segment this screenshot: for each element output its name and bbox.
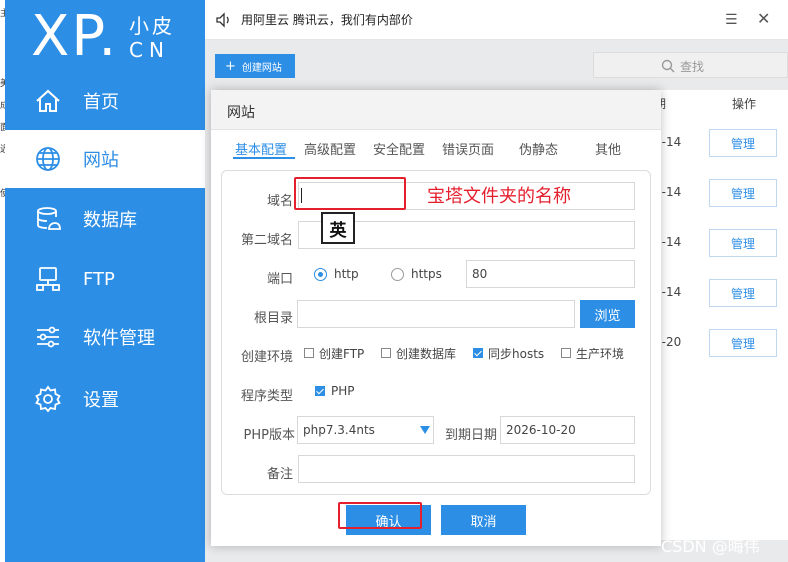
production-env-checkbox[interactable] bbox=[561, 348, 571, 358]
annotation-text: 宝塔文件夹的名称 bbox=[427, 186, 571, 207]
sidebar-item-website[interactable]: 网站 bbox=[5, 130, 205, 188]
search-icon bbox=[661, 58, 675, 73]
confirm-highlight-box bbox=[338, 502, 422, 529]
php-checkbox[interactable] bbox=[315, 386, 325, 396]
https-radio-label: https bbox=[411, 267, 442, 281]
sidebar-item-settings[interactable]: 设置 bbox=[5, 370, 205, 428]
ftp-icon bbox=[33, 264, 63, 294]
logo-text-top: 小皮 bbox=[129, 14, 175, 38]
create-database-checkbox[interactable] bbox=[381, 348, 391, 358]
dialog-header: 网站 bbox=[211, 90, 661, 130]
watermark: CSDN @晦伟 bbox=[661, 537, 760, 556]
manage-button[interactable]: 管理 bbox=[709, 179, 777, 207]
tab-other[interactable]: 其他 bbox=[595, 139, 621, 158]
root-dir-label: 根目录 bbox=[253, 311, 293, 326]
php-version-select[interactable]: php7.3.4nts bbox=[297, 416, 434, 444]
tab-basic[interactable]: 基本配置 bbox=[235, 139, 287, 158]
note-input[interactable] bbox=[298, 455, 635, 483]
create-website-label: 创建网站 bbox=[241, 62, 282, 74]
port-input[interactable]: 80 bbox=[466, 260, 635, 288]
tab-security[interactable]: 安全配置 bbox=[373, 139, 425, 158]
sliders-icon bbox=[33, 322, 63, 352]
close-icon[interactable]: ✕ bbox=[757, 9, 770, 28]
env-label: 创建环境 bbox=[240, 350, 293, 365]
sync-hosts-label: 同步hosts bbox=[488, 347, 545, 361]
sidebar-item-label: FTP bbox=[83, 268, 115, 290]
ime-indicator: 英 bbox=[321, 212, 355, 244]
manage-button[interactable]: 管理 bbox=[709, 129, 777, 157]
php-checkbox-label: PHP bbox=[331, 384, 355, 398]
tab-error-pages[interactable]: 错误页面 bbox=[442, 139, 494, 158]
search-placeholder: 查找 bbox=[680, 60, 705, 74]
gear-icon bbox=[33, 384, 63, 414]
database-icon bbox=[33, 204, 63, 234]
create-database-label: 创建数据库 bbox=[396, 347, 457, 361]
sync-hosts-checkbox[interactable] bbox=[473, 348, 483, 358]
dialog-title: 网站 bbox=[227, 105, 255, 121]
notice-text[interactable]: 用阿里云 腾讯云，我们有内部价 bbox=[241, 11, 413, 28]
port-label: 端口 bbox=[266, 272, 293, 287]
basic-config-form bbox=[221, 170, 651, 495]
note-label: 备注 bbox=[266, 467, 293, 482]
program-type-label: 程序类型 bbox=[240, 389, 293, 404]
menu-icon[interactable]: ☰ bbox=[725, 12, 738, 28]
logo: XP. 小皮 CN bbox=[5, 0, 205, 70]
sidebar-item-label: 软件管理 bbox=[83, 328, 155, 349]
speaker-icon bbox=[215, 11, 233, 29]
tab-advanced[interactable]: 高级配置 bbox=[304, 139, 356, 158]
chevron-down-icon bbox=[420, 426, 430, 434]
plus-icon: + bbox=[225, 58, 236, 74]
manage-button[interactable]: 管理 bbox=[709, 329, 777, 357]
create-ftp-label: 创建FTP bbox=[319, 347, 365, 361]
manage-button[interactable]: 管理 bbox=[709, 279, 777, 307]
http-radio-label: http bbox=[334, 267, 359, 281]
domain-label: 域名 bbox=[266, 194, 293, 209]
active-tab-indicator bbox=[233, 157, 295, 159]
https-radio[interactable] bbox=[391, 268, 404, 281]
website-dialog: 网站 基本配置 高级配置 安全配置 错误页面 伪静态 其他 域名 第二域名 端口… bbox=[211, 90, 661, 546]
root-dir-input[interactable] bbox=[297, 300, 575, 328]
logo-mark: XP. bbox=[31, 4, 119, 69]
sidebar-item-label: 设置 bbox=[83, 390, 119, 411]
expire-date-input[interactable]: 2026-10-20 bbox=[500, 416, 635, 444]
create-website-button[interactable]: + 创建网站 bbox=[215, 54, 295, 78]
top-bar: 用阿里云 腾讯云，我们有内部价 ☰ ✕ bbox=[205, 0, 788, 40]
sidebar-item-label: 网站 bbox=[83, 150, 119, 171]
second-domain-label: 第二域名 bbox=[240, 233, 293, 248]
http-radio[interactable] bbox=[314, 268, 327, 281]
sidebar-item-ftp[interactable]: FTP bbox=[5, 250, 205, 308]
website-table bbox=[654, 90, 788, 540]
expire-date-label: 到期日期 bbox=[444, 428, 497, 443]
search-input[interactable]: 查找 bbox=[593, 52, 788, 78]
app-window: 主 美 成 面 近 使 XP. 小皮 CN 首页 网站 bbox=[0, 0, 788, 562]
create-ftp-checkbox[interactable] bbox=[304, 348, 314, 358]
sidebar-item-label: 首页 bbox=[83, 92, 119, 113]
browse-button[interactable]: 浏览 bbox=[580, 300, 635, 328]
globe-icon bbox=[33, 144, 63, 174]
sidebar-item-database[interactable]: 数据库 bbox=[5, 190, 205, 248]
manage-button[interactable]: 管理 bbox=[709, 229, 777, 257]
domain-highlight-box bbox=[294, 177, 406, 210]
column-header-operation: 操作 bbox=[732, 97, 757, 111]
cancel-button[interactable]: 取消 bbox=[441, 505, 526, 535]
logo-text-bottom: CN bbox=[129, 38, 170, 62]
sidebar: XP. 小皮 CN 首页 网站 数据库 FTP 软件管理 设置 bbox=[5, 0, 205, 562]
php-version-label: PHP版本 bbox=[243, 428, 295, 443]
sidebar-item-software[interactable]: 软件管理 bbox=[5, 308, 205, 366]
tab-rewrite[interactable]: 伪静态 bbox=[519, 139, 558, 158]
sidebar-item-home[interactable]: 首页 bbox=[5, 72, 205, 130]
sidebar-item-label: 数据库 bbox=[83, 210, 137, 231]
home-icon bbox=[33, 86, 63, 116]
production-env-label: 生产环境 bbox=[576, 347, 625, 361]
